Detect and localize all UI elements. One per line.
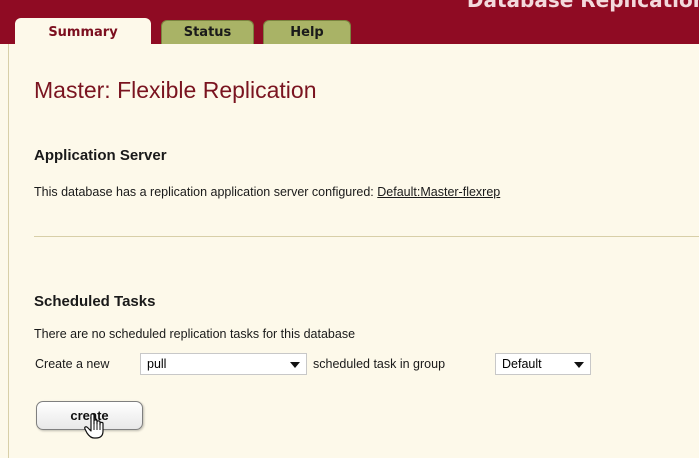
app-server-text: This database has a replication applicat… <box>34 185 500 199</box>
group-value: Default <box>502 357 542 371</box>
task-type-value: pull <box>147 357 167 371</box>
no-tasks-text: There are no scheduled replication tasks… <box>34 327 356 341</box>
group-select[interactable]: Default <box>495 353 591 375</box>
create-middle-label: scheduled task in group <box>313 357 446 371</box>
create-prefix-label: Create a new <box>35 357 110 371</box>
page-title: Master: Flexible Replication <box>34 77 317 103</box>
scheduled-tasks-heading: Scheduled Tasks <box>34 293 156 310</box>
app-server-heading: Application Server <box>34 147 167 164</box>
task-type-select[interactable]: pull <box>140 353 307 375</box>
tab-summary[interactable]: Summary <box>15 18 151 46</box>
header-title: Database Replication <box>466 0 699 12</box>
main-content: Master: Flexible Replication Application… <box>0 44 699 458</box>
section-divider <box>34 236 699 237</box>
hand-pointer-icon <box>84 413 104 439</box>
app-server-description: This database has a replication applicat… <box>34 185 374 199</box>
chevron-down-icon <box>290 362 300 368</box>
tab-help[interactable]: Help <box>263 20 351 44</box>
app-server-link[interactable]: Default:Master-flexrep <box>377 185 500 199</box>
tab-status[interactable]: Status <box>161 20 254 44</box>
chevron-down-icon <box>574 362 584 368</box>
